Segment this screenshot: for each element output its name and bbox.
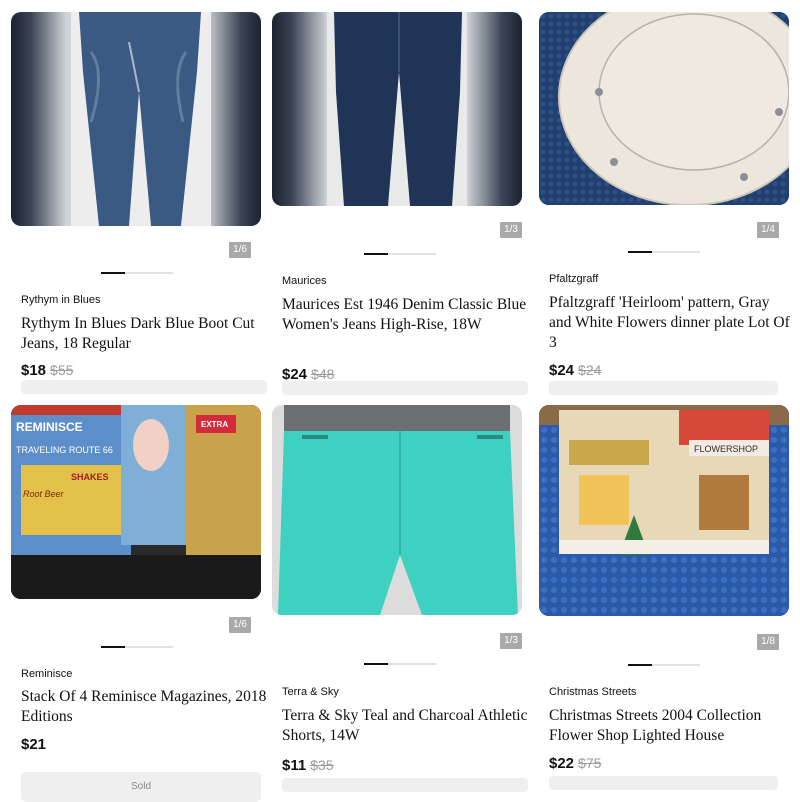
flowershop-sign-text: FLOWERSHOP (694, 444, 758, 454)
magazine-headline: REMINISCE (16, 420, 83, 434)
original-price: $35 (310, 757, 334, 773)
action-button[interactable] (282, 778, 528, 792)
magazine-route-text: TRAVELING ROUTE 66 (16, 445, 113, 455)
action-button[interactable]: Sold (21, 772, 261, 802)
listing-price: $18 (21, 362, 47, 379)
carousel-dots (101, 646, 173, 648)
magazines-photo: REMINISCE TRAVELING ROUTE 66 SHAKES Root… (11, 405, 261, 599)
listing-price: $11 (282, 757, 307, 774)
image-counter: 1/3 (500, 633, 522, 649)
action-button[interactable] (21, 380, 267, 394)
listing-image[interactable] (272, 405, 522, 615)
action-button[interactable] (282, 381, 528, 395)
original-price: $75 (578, 755, 602, 771)
price-row: $24 $24 (549, 362, 601, 380)
listing-title[interactable]: Maurices Est 1946 Denim Classic Blue Wom… (282, 295, 528, 335)
action-button[interactable] (549, 776, 778, 790)
listing-brand: Pfaltzgraff (549, 273, 599, 285)
jeans-photo (327, 12, 467, 206)
carousel-dots (101, 272, 173, 274)
original-price: $55 (50, 362, 74, 378)
price-row: $18 $55 (21, 362, 73, 380)
plate-photo (539, 12, 789, 205)
price-row: $11 $35 (282, 757, 334, 775)
listing-image[interactable]: FLOWERSHOP (539, 405, 789, 616)
shorts-photo (272, 405, 522, 615)
listing-brand: Rythym in Blues (21, 294, 101, 306)
listing-brand: Reminisce (21, 668, 73, 680)
price-row: $21 (21, 736, 46, 754)
listing-brand: Maurices (282, 275, 327, 287)
listing-price: $21 (21, 736, 47, 753)
magazine-rootbeer-text: Root Beer (23, 489, 65, 499)
listing-image[interactable] (272, 12, 522, 206)
image-counter: 1/4 (757, 222, 779, 238)
listing-price: $24 (549, 362, 575, 379)
carousel-dots (628, 251, 700, 253)
jeans-photo (71, 12, 211, 226)
listing-title[interactable]: Terra & Sky Teal and Charcoal Athletic S… (282, 706, 528, 746)
carousel-dots (364, 663, 436, 665)
listing-title[interactable]: Christmas Streets 2004 Collection Flower… (549, 706, 795, 746)
listing-image[interactable] (11, 12, 261, 226)
image-counter: 1/8 (757, 634, 779, 650)
listing-title[interactable]: Stack Of 4 Reminisce Magazines, 2018 Edi… (21, 687, 267, 727)
listing-brand: Terra & Sky (282, 686, 339, 698)
image-counter: 1/3 (500, 222, 522, 238)
carousel-dots (628, 664, 700, 666)
listing-title[interactable]: Pfaltzgraff 'Heirloom' pattern, Gray and… (549, 293, 795, 353)
action-button[interactable] (549, 381, 778, 395)
flowershop-photo: FLOWERSHOP (539, 405, 789, 616)
listing-title[interactable]: Rythym In Blues Dark Blue Boot Cut Jeans… (21, 314, 267, 354)
image-counter: 1/6 (229, 617, 251, 633)
price-row: $22 $75 (549, 755, 601, 773)
original-price: $48 (311, 366, 335, 382)
original-price: $24 (578, 362, 602, 378)
listing-image[interactable]: REMINISCE TRAVELING ROUTE 66 SHAKES Root… (11, 405, 261, 599)
carousel-dots (364, 253, 436, 255)
listing-price: $22 (549, 755, 575, 772)
listing-image[interactable] (539, 12, 789, 205)
magazine-shakes-text: SHAKES (71, 472, 109, 482)
image-counter: 1/6 (229, 242, 251, 258)
magazine-extra-text: EXTRA (201, 420, 228, 429)
listing-brand: Christmas Streets (549, 686, 637, 698)
